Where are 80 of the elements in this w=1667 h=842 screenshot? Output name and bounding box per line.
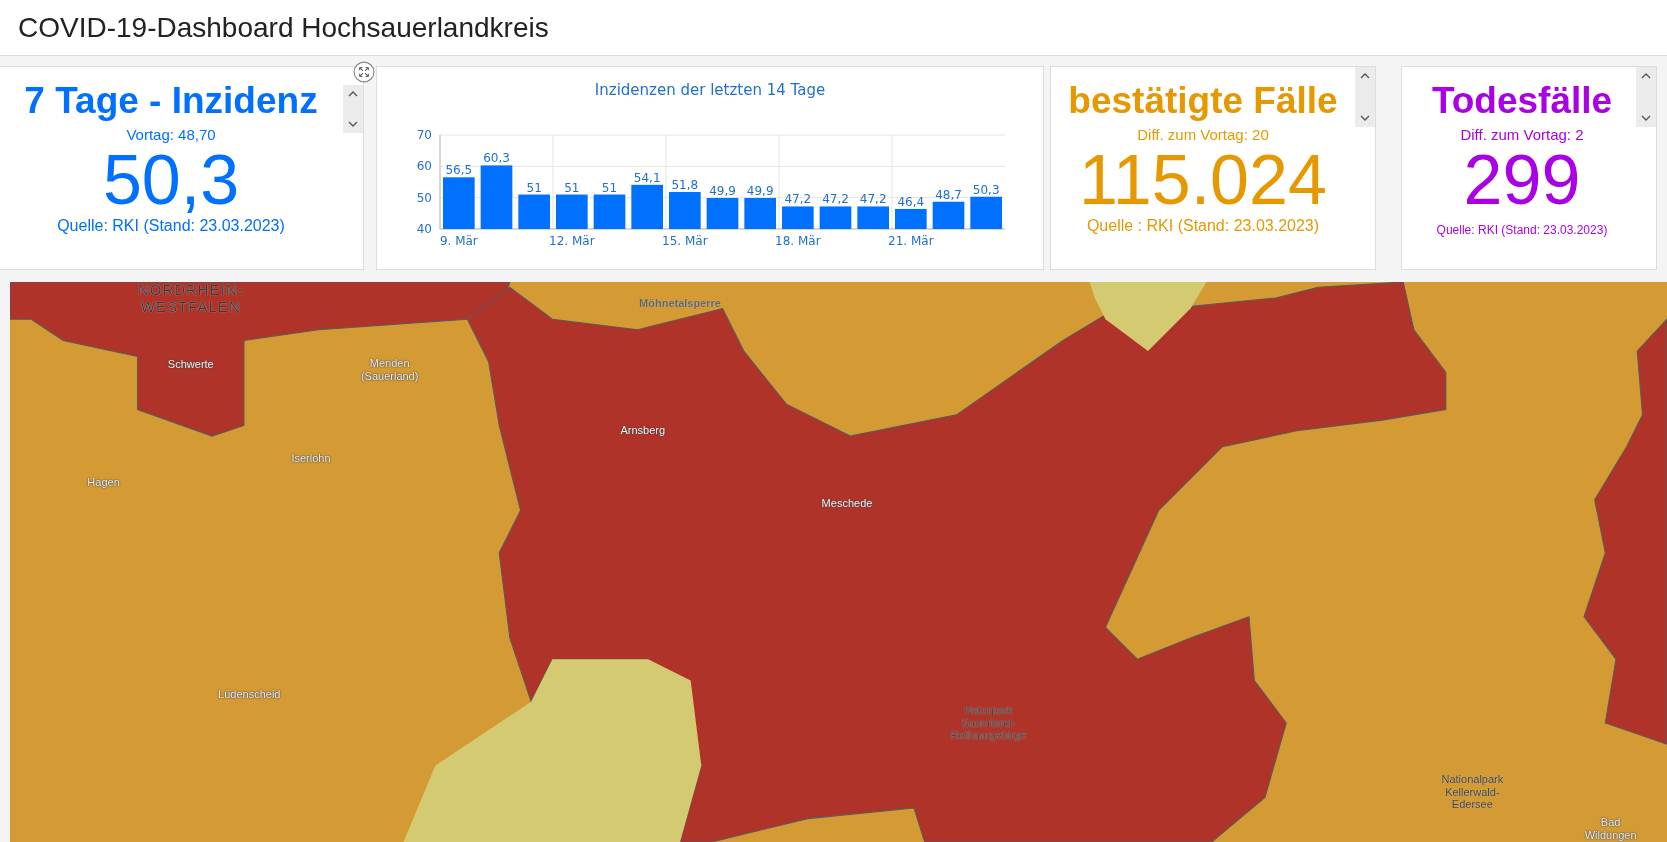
- indicator-title: 7 Tage - Inzidenz: [24, 81, 318, 122]
- chevron-down-icon[interactable]: [1360, 115, 1370, 121]
- bar-value-label: 51: [601, 180, 618, 195]
- y-axis-label: 60: [416, 159, 432, 174]
- y-axis-label: 70: [416, 128, 432, 142]
- map-label: Hagen: [86, 475, 121, 489]
- scrollbar[interactable]: [343, 85, 363, 133]
- map-label: Iserlohn: [290, 452, 332, 465]
- indicator-source: Quelle: RKI (Stand: 23.03.2023): [1436, 222, 1608, 237]
- indicator-value: 115.024: [1079, 144, 1327, 215]
- chart-bar: [669, 192, 701, 229]
- choropleth-map[interactable]: NORDRHEIN-WESTFALEN Möhnetalsperre Schwerte Menden (Sauerland) Iserlohn Hagen Arnsberg Meschede Lüdenscheid Naturpark Sauerland-Rothaargebirge Nationalpark Kellerwald-Edersee Bad Wildungen: [10, 282, 1667, 842]
- x-axis-label: 9. Mär: [439, 234, 478, 248]
- bar-value-label: 49,9: [709, 184, 736, 198]
- district-area[interactable]: [1583, 317, 1667, 745]
- chart-bar: [744, 198, 776, 229]
- chevron-down-icon[interactable]: [1641, 115, 1651, 121]
- bar-value-label: 51,8: [671, 178, 699, 193]
- map-label: Arnsberg: [619, 423, 667, 436]
- indicator-subtitle: Diff. zum Vortag: 2: [1460, 125, 1584, 143]
- bar-value-label: 46,4: [897, 194, 925, 209]
- x-axis-label: 18. Mär: [775, 234, 821, 248]
- indicator-title: Todesfälle: [1431, 81, 1613, 122]
- chart-bar: [518, 194, 550, 229]
- bar-value-label: 49,9: [746, 184, 774, 198]
- map-label: NORDRHEIN-WESTFALEN: [136, 282, 245, 316]
- dashboard-title: COVID-19-Dashboard Hochsauerlandkreis: [18, 11, 549, 44]
- chart-bar: [782, 206, 814, 229]
- expand-icon[interactable]: [353, 61, 375, 83]
- map-label: Lüdenscheid: [217, 687, 282, 701]
- bar-value-label: 47,2: [859, 192, 887, 207]
- indicator-source: Quelle: RKI (Stand: 23.03.2023): [57, 216, 285, 235]
- bar-value-label: 56,5: [445, 163, 473, 178]
- bar-value-label: 60,3: [483, 151, 510, 166]
- chart-bar: [480, 165, 513, 229]
- indicator-title: bestätigte Fälle: [1068, 81, 1338, 122]
- map-label: Möhnetalsperre: [638, 296, 722, 310]
- chart-bar: [706, 198, 739, 229]
- map-label: Naturpark Sauerland-Rothaargebirge: [949, 704, 1028, 742]
- x-axis-label: 15. Mär: [662, 234, 708, 248]
- indicator-subtitle: Diff. zum Vortag: 20: [1137, 125, 1269, 143]
- chart-bar: [895, 208, 927, 229]
- y-axis-label: 50: [416, 190, 432, 205]
- bar-value-label: 48,7: [935, 187, 962, 202]
- chevron-up-icon[interactable]: [1360, 73, 1370, 79]
- chevron-down-icon[interactable]: [348, 121, 358, 127]
- chart-bar: [819, 206, 852, 229]
- map-label: Meschede: [820, 496, 874, 510]
- map-label: Menden (Sauerland): [359, 357, 420, 383]
- indicator-value: 299: [1463, 144, 1581, 215]
- indicator-value: 50,3: [102, 144, 240, 215]
- scrollbar[interactable]: [1636, 67, 1656, 127]
- map-label: Nationalpark Kellerwald-Edersee: [1440, 773, 1505, 811]
- chart-bar: [443, 177, 475, 229]
- indicator-source: Quelle : RKI (Stand: 23.03.2023): [1086, 216, 1320, 235]
- chart-bar: [556, 194, 588, 229]
- chart-bar: [593, 194, 626, 229]
- chevron-up-icon[interactable]: [1641, 73, 1651, 79]
- chevron-up-icon[interactable]: [348, 91, 358, 97]
- bar-value-label: 50,3: [972, 182, 1000, 197]
- indicator-subtitle: Vortag: 48,70: [126, 125, 216, 143]
- bar-value-label: 47,2: [784, 192, 812, 207]
- bar-value-label: 51: [564, 180, 580, 195]
- scrollbar[interactable]: [1355, 67, 1375, 127]
- bar-value-label: 47,2: [822, 192, 849, 207]
- district-area[interactable]: [1089, 282, 1207, 352]
- chart-bar: [932, 201, 965, 229]
- chart-title: Inzidenzen der letzten 14 Tage: [594, 81, 826, 99]
- district-area[interactable]: [10, 282, 511, 437]
- x-axis-label: 12. Mär: [549, 234, 595, 248]
- chart-bar: [857, 206, 889, 229]
- map-label: Bad Wildungen: [1583, 816, 1638, 842]
- y-axis-label: 40: [416, 222, 432, 236]
- map-label: Schwerte: [166, 357, 215, 371]
- chart-bar: [631, 184, 663, 229]
- district-area[interactable]: [403, 659, 702, 842]
- x-axis-label: 21. Mär: [888, 234, 934, 248]
- bar-value-label: 54,1: [633, 170, 661, 185]
- bar-value-label: 51: [526, 180, 542, 195]
- chart-bar: [970, 196, 1002, 229]
